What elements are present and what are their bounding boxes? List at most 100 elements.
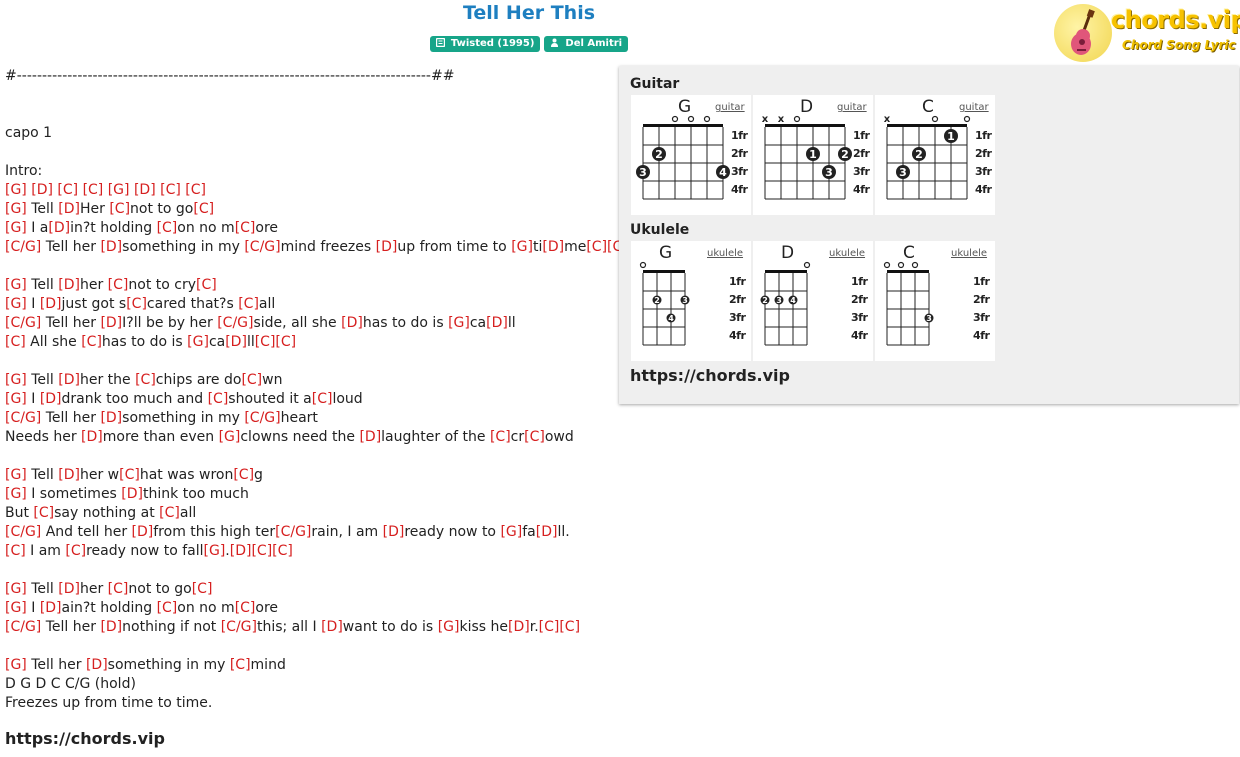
artist-badge[interactable]: Del Amitri — [544, 36, 629, 52]
chord-token[interactable]: [C] — [524, 429, 545, 445]
chord-token[interactable]: [C] — [208, 391, 229, 407]
chord-token[interactable]: [G] — [511, 239, 533, 255]
chord-token[interactable]: [D] — [100, 315, 122, 331]
ukulele-chord-diagram-G[interactable]: 2 4 3 Gukulele 1fr 2fr 3fr 4fr — [631, 241, 751, 361]
chord-token[interactable]: [D] — [508, 619, 530, 635]
chord-token[interactable]: [D] — [40, 296, 62, 312]
chord-token[interactable]: [C] — [230, 657, 251, 673]
chord-token[interactable]: [D] — [58, 201, 80, 217]
chord-token[interactable]: [G] — [5, 391, 27, 407]
chord-token[interactable]: [D] — [542, 239, 564, 255]
site-logo[interactable]: chords.vip Chord Song Lyric — [1054, 4, 1240, 62]
chord-token[interactable]: [G] — [5, 201, 27, 217]
chord-token[interactable]: [G] — [5, 600, 27, 616]
chord-token[interactable]: [C/G] — [244, 410, 280, 426]
footer-url[interactable]: https://chords.vip — [5, 729, 165, 748]
chord-token[interactable]: [C] — [193, 201, 214, 217]
ukulele-link[interactable]: ukulele — [829, 248, 865, 259]
chord-token[interactable]: [C] — [5, 334, 26, 350]
chord-token[interactable]: [D] — [31, 182, 53, 198]
chord-token[interactable]: [D] — [383, 524, 405, 540]
guitar-link[interactable]: guitar — [715, 102, 745, 113]
chord-token[interactable]: [C] — [33, 505, 54, 521]
chord-token[interactable]: [G] — [5, 486, 27, 502]
chord-token[interactable]: [C] — [108, 581, 129, 597]
panel-url[interactable]: https://chords.vip — [630, 366, 790, 385]
chord-token[interactable]: [C] — [159, 505, 180, 521]
chord-token[interactable]: [G] — [5, 277, 27, 293]
chord-token[interactable]: [C] — [559, 619, 580, 635]
chord-token[interactable]: [D] — [121, 486, 143, 502]
chord-token[interactable]: [G] — [5, 296, 27, 312]
chord-token[interactable]: [D] — [100, 239, 122, 255]
chord-token[interactable]: [D] — [58, 372, 80, 388]
chord-token[interactable]: [C] — [65, 543, 86, 559]
chord-token[interactable]: [G] — [5, 372, 27, 388]
song-title[interactable]: Tell Her This — [0, 2, 1058, 24]
chord-token[interactable]: [G] — [438, 619, 460, 635]
chord-token[interactable]: [C] — [157, 220, 178, 236]
chord-token[interactable]: [D] — [40, 391, 62, 407]
chord-token[interactable]: [C] — [83, 182, 104, 198]
chord-token[interactable]: [C/G] — [5, 524, 41, 540]
chord-token[interactable]: [G] — [187, 334, 209, 350]
album-badge[interactable]: Twisted (1995) — [429, 36, 541, 52]
chord-token[interactable]: [G] — [448, 315, 470, 331]
chord-token[interactable]: [C] — [119, 467, 140, 483]
ukulele-chord-diagram-C[interactable]: 3 Cukulele 1fr 2fr 3fr 4fr — [875, 241, 995, 361]
ukulele-link[interactable]: ukulele — [951, 248, 987, 259]
chord-token[interactable]: [C] — [126, 296, 147, 312]
chord-token[interactable]: [C/G] — [217, 315, 253, 331]
chord-token[interactable]: [C] — [160, 182, 181, 198]
chord-token[interactable]: [C] — [241, 372, 262, 388]
chord-token[interactable]: [C] — [251, 543, 272, 559]
chord-token[interactable]: [G] — [204, 543, 226, 559]
chord-token[interactable]: [C] — [5, 543, 26, 559]
chord-token[interactable]: [G] — [219, 429, 241, 445]
chord-token[interactable]: [C/G] — [5, 315, 41, 331]
chord-token[interactable]: [C] — [539, 619, 560, 635]
chord-token[interactable]: [D] — [58, 581, 80, 597]
chord-token[interactable]: [C] — [235, 600, 256, 616]
chord-token[interactable]: [D] — [321, 619, 343, 635]
guitar-link[interactable]: guitar — [837, 102, 867, 113]
chord-token[interactable]: [D] — [132, 524, 154, 540]
chord-token[interactable]: [C] — [272, 543, 293, 559]
chord-token[interactable]: [D] — [536, 524, 558, 540]
chord-token[interactable]: [C] — [185, 182, 206, 198]
guitar-chord-diagram-G[interactable]: 3 2 4 Gguitar 1fr 2fr 3fr 4fr — [631, 95, 751, 215]
ukulele-chord-diagram-D[interactable]: 2 3 4 Dukulele 1fr 2fr 3fr 4fr — [753, 241, 873, 361]
chord-token[interactable]: [C/G] — [275, 524, 311, 540]
chord-token[interactable]: [D] — [100, 410, 122, 426]
guitar-chord-diagram-D[interactable]: x x 1 3 2 Dguitar 1fr 2fr 3fr 4fr — [753, 95, 873, 215]
chord-token[interactable]: [D] — [230, 543, 252, 559]
chord-token[interactable]: [C] — [81, 334, 102, 350]
chord-token[interactable]: [C] — [490, 429, 511, 445]
chord-token[interactable]: [D] — [48, 220, 70, 236]
chord-token[interactable]: [D] — [359, 429, 381, 445]
chord-token[interactable]: [C/G] — [5, 410, 41, 426]
chord-token[interactable]: [C] — [135, 372, 156, 388]
chord-token[interactable]: [G] — [5, 467, 27, 483]
chord-token[interactable]: [C] — [192, 581, 213, 597]
chord-token[interactable]: [C] — [586, 239, 607, 255]
chord-token[interactable]: [C] — [233, 467, 254, 483]
chord-token[interactable]: [G] — [108, 182, 130, 198]
chord-token[interactable]: [C/G] — [5, 239, 41, 255]
chord-token[interactable]: [C] — [235, 220, 256, 236]
chord-token[interactable]: [C/G] — [244, 239, 280, 255]
chord-token[interactable]: [C] — [238, 296, 259, 312]
chord-token[interactable]: [C] — [196, 277, 217, 293]
chord-token[interactable]: [C/G] — [5, 619, 41, 635]
chord-token[interactable]: [G] — [5, 220, 27, 236]
chord-token[interactable]: [D] — [58, 277, 80, 293]
chord-token[interactable]: [C] — [275, 334, 296, 350]
chord-token[interactable]: [D] — [81, 429, 103, 445]
chord-token[interactable]: [C] — [255, 334, 276, 350]
chord-token[interactable]: [G] — [5, 581, 27, 597]
chord-token[interactable]: [C] — [57, 182, 78, 198]
chord-token[interactable]: [D] — [100, 619, 122, 635]
chord-token[interactable]: [D] — [341, 315, 363, 331]
guitar-chord-diagram-C[interactable]: x 3 2 1 Cguitar 1fr 2fr 3fr 4fr — [875, 95, 995, 215]
chord-token[interactable]: [C] — [312, 391, 333, 407]
